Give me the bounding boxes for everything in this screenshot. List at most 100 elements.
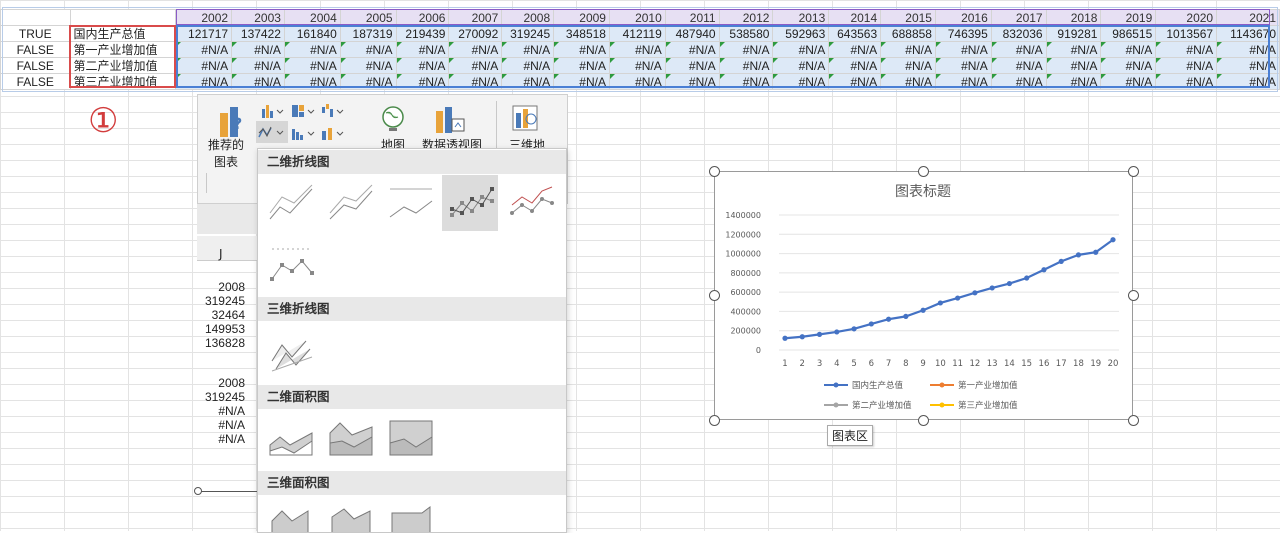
value-cell[interactable]: #N/A [664,41,720,58]
value-cell[interactable]: #N/A [1216,41,1280,58]
value-cell[interactable]: #N/A [772,57,830,74]
year-cell[interactable]: 2015 [880,9,936,26]
year-cell[interactable]: 2007 [448,9,503,26]
statistic-chart-icon[interactable] [290,125,316,141]
value-cell[interactable]: #N/A [718,57,774,74]
resize-handle-right[interactable] [1128,290,1139,301]
map-globe-icon[interactable] [380,105,406,135]
three-d-map-icon[interactable] [510,103,540,133]
value-cell[interactable]: #N/A [175,73,233,90]
value-cell[interactable]: #N/A [828,57,882,74]
year-cell[interactable]: 2013 [772,9,830,26]
stacked-area-option[interactable] [322,411,378,467]
value-cell[interactable]: #N/A [880,73,936,90]
value-cell[interactable]: #N/A [1045,41,1102,58]
value-cell[interactable]: #N/A [828,73,882,90]
value-cell[interactable]: #N/A [990,57,1047,74]
stacked-line-option[interactable] [322,175,378,231]
value-cell[interactable]: #N/A [283,41,341,58]
value-cell[interactable]: 832036 [990,25,1047,42]
value-cell[interactable]: 161840 [283,25,341,42]
value-cell[interactable]: 412119 [608,25,666,42]
year-cell[interactable]: 2009 [553,9,610,26]
value-cell[interactable]: #N/A [718,73,774,90]
combo-chart-icon[interactable] [320,125,346,141]
value-cell[interactable]: #N/A [231,73,285,90]
recommended-chart-icon[interactable]: ? [218,103,252,139]
three-d-area-option[interactable] [262,497,318,532]
value-cell[interactable]: #N/A [1155,41,1218,58]
year-cell[interactable]: 2019 [1100,9,1157,26]
value-cell[interactable]: #N/A [501,41,555,58]
value-cell[interactable]: #N/A [1216,57,1280,74]
value-cell[interactable]: #N/A [718,41,774,58]
year-cell[interactable]: 2010 [608,9,666,26]
line-with-markers-option[interactable] [442,175,498,231]
drag-handle[interactable] [194,487,202,495]
year-cell[interactable]: 2021 [1216,9,1280,26]
row-label-cell[interactable]: 国内生产总值 [69,25,177,42]
value-cell[interactable]: 487940 [664,25,720,42]
value-cell[interactable]: #N/A [339,41,397,58]
cell[interactable] [0,9,71,26]
value-cell[interactable]: #N/A [395,41,450,58]
chart-area[interactable]: 图表标题 0 200000 400000 600000 800000 1000000 1200… [714,171,1133,420]
value-cell[interactable]: 121717 [175,25,233,42]
value-cell[interactable]: #N/A [772,73,830,90]
value-cell[interactable]: #N/A [608,73,666,90]
year-cell[interactable]: 2003 [231,9,285,26]
value-cell[interactable]: 270092 [448,25,503,42]
value-cell[interactable]: #N/A [608,57,666,74]
value-cell[interactable]: #N/A [339,73,397,90]
year-cell[interactable]: 2017 [990,9,1047,26]
value-cell[interactable]: #N/A [990,41,1047,58]
year-cell[interactable]: 2005 [339,9,397,26]
value-cell[interactable]: 348518 [553,25,610,42]
value-cell[interactable]: #N/A [395,73,450,90]
value-cell[interactable]: #N/A [231,57,285,74]
resize-handle-top-left[interactable] [709,166,720,177]
stacked-line-markers-option[interactable] [502,175,558,231]
year-cell[interactable]: 2011 [664,9,720,26]
value-cell[interactable]: #N/A [553,73,610,90]
value-cell[interactable]: #N/A [1100,73,1157,90]
flag-cell[interactable]: TRUE [0,25,71,42]
resize-handle-top[interactable] [918,166,929,177]
value-cell[interactable]: 986515 [1100,25,1157,42]
hierarchy-chart-icon[interactable] [290,103,316,119]
row-label-cell[interactable]: 第二产业增加值 [69,57,177,74]
row-label-cell[interactable]: 第一产业增加值 [69,41,177,58]
year-cell[interactable]: 2006 [395,9,450,26]
data-table[interactable]: 2002 2003 2004 2005 2006 2007 2008 2009 2010 2011… [0,9,1280,90]
value-cell[interactable]: #N/A [1045,57,1102,74]
percent-stacked-area-option[interactable] [382,411,438,467]
three-d-line-option[interactable] [262,323,318,379]
value-cell[interactable]: 538580 [718,25,774,42]
value-cell[interactable]: 643563 [828,25,882,42]
line-chart[interactable]: 图表标题 0 200000 400000 600000 800000 1000000 1200… [715,172,1132,419]
value-cell[interactable]: 319245 [501,25,555,42]
three-d-percent-area-option[interactable] [382,497,438,532]
value-cell[interactable]: #N/A [448,41,503,58]
year-cell[interactable]: 2002 [175,9,233,26]
value-cell[interactable]: #N/A [448,57,503,74]
value-cell[interactable]: 592963 [772,25,830,42]
value-cell[interactable]: #N/A [772,41,830,58]
value-cell[interactable]: #N/A [1100,57,1157,74]
percent-stacked-line-option[interactable] [382,175,438,231]
flag-cell[interactable]: FALSE [0,57,71,74]
resize-handle-bottom[interactable] [918,415,929,426]
value-cell[interactable]: #N/A [553,57,610,74]
value-cell[interactable]: 746395 [934,25,992,42]
value-cell[interactable]: #N/A [880,57,936,74]
year-cell[interactable]: 2004 [283,9,341,26]
column-chart-icon[interactable] [260,103,286,119]
value-cell[interactable]: 1013567 [1155,25,1218,42]
waterfall-chart-icon[interactable] [320,103,346,119]
resize-handle-bottom-left[interactable] [709,415,720,426]
year-cell[interactable]: 2020 [1155,9,1218,26]
flag-cell[interactable]: FALSE [0,41,71,58]
value-cell[interactable]: 187319 [339,25,397,42]
value-cell[interactable]: 919281 [1045,25,1102,42]
year-cell[interactable]: 2012 [718,9,774,26]
